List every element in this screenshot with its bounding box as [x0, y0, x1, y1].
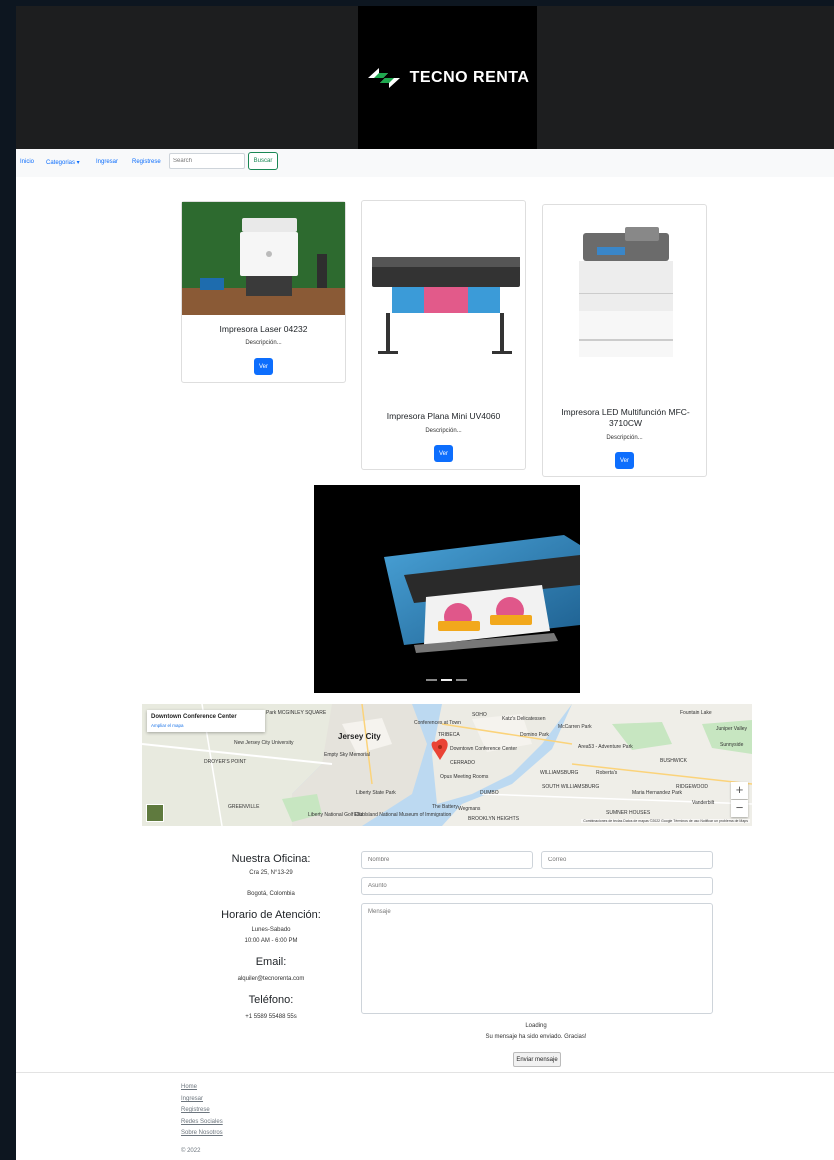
carousel-indicator-active[interactable]	[441, 679, 452, 681]
map-label: Juniper Valley	[716, 726, 748, 732]
map-label: Opus Meeting Rooms	[440, 774, 489, 780]
product-card: Impresora LED Multifunción MFC-3710CW De…	[542, 204, 707, 477]
nav-ingresar[interactable]: Ingresar	[96, 159, 118, 165]
footer-link-ingresar[interactable]: Ingresar	[181, 1096, 203, 1102]
map-label: Maria Hernandez Park	[632, 790, 683, 796]
product-image	[362, 231, 525, 371]
nav-inicio[interactable]: Inicio	[20, 159, 34, 165]
map-label: TRIBECA	[438, 732, 460, 738]
search-button[interactable]: Buscar	[248, 152, 278, 170]
map-info-box: Downtown Conference Center Ampliar el ma…	[147, 710, 265, 732]
zoom-out-button[interactable]: −	[731, 800, 748, 817]
zoom-in-button[interactable]: +	[731, 782, 748, 799]
map-label: GREENVILLE	[228, 804, 260, 810]
map-label: DUMBO	[480, 790, 499, 796]
footer-link-registrese[interactable]: Registrese	[181, 1107, 210, 1113]
map-label: SOHO	[472, 712, 487, 718]
map-label: CERRADO	[450, 760, 476, 766]
map-label: Vanderbilt	[692, 800, 715, 806]
footer-divider	[16, 1072, 834, 1073]
view-button[interactable]: Ver	[615, 452, 634, 469]
map-label: Wegmans	[458, 806, 481, 812]
send-message-button[interactable]: Enviar mensaje	[513, 1052, 561, 1067]
hours-heading: Horario de Atención:	[221, 909, 321, 921]
map-label: SUMNER HOUSES	[606, 810, 651, 816]
map-label: BUSHWICK	[660, 758, 687, 764]
product-image	[543, 225, 706, 377]
map-label: Sunnyside	[720, 742, 744, 748]
map-label: Area53 - Adventure Park	[578, 744, 633, 750]
phone-heading: Teléfono:	[248, 994, 294, 1006]
product-card: Impresora Laser 04232 Descripción... Ver	[181, 201, 346, 383]
product-title: Impresora Plana Mini UV4060	[386, 411, 501, 421]
office-hours: 10:00 AM - 6:00 PM	[244, 938, 298, 944]
map-label: SOUTH WILLIAMSBURG	[542, 784, 600, 790]
name-field[interactable]	[361, 851, 533, 869]
view-button[interactable]: Ver	[254, 358, 273, 375]
map-label: DROYER'S POINT	[204, 759, 247, 765]
footer-link-redes-sociales[interactable]: Redes Sociales	[181, 1119, 223, 1125]
carousel-indicator[interactable]	[426, 679, 437, 681]
nav-registrese[interactable]: Registrese	[132, 159, 161, 165]
arrows-exchange-icon	[367, 67, 400, 88]
office-heading: Nuestra Oficina:	[231, 853, 311, 865]
google-map[interactable]: Downtown Conference Center Ampliar el ma…	[142, 704, 752, 826]
map-label: New Jersey City University	[234, 740, 294, 746]
navbar: Inicio Categorias Ingresar Registrese Bu…	[16, 149, 834, 177]
view-button[interactable]: Ver	[434, 445, 453, 462]
map-label: McCarren Park	[558, 724, 592, 730]
map-label: BROOKLYN HEIGHTS	[468, 816, 520, 822]
map-label-conference-center: Downtown Conference Center	[450, 746, 517, 752]
product-title: Impresora Laser 04232	[219, 324, 308, 334]
office-address: Cra 25, N°13-29	[249, 870, 293, 876]
product-card: Impresora Plana Mini UV4060 Descripción.…	[361, 200, 526, 470]
search-input[interactable]	[169, 153, 245, 169]
product-description: Descripción...	[606, 435, 643, 441]
map-label: Liberty State Park	[356, 790, 396, 796]
form-sent-message: Su mensaje ha sido enviado. Gracias!	[485, 1034, 587, 1040]
footer-link-home[interactable]: Home	[181, 1084, 197, 1090]
street-view-thumbnail[interactable]	[146, 804, 164, 822]
copyright: © 2022	[181, 1148, 201, 1154]
subject-field[interactable]	[361, 877, 713, 895]
email-field[interactable]	[541, 851, 713, 869]
map-attribution: Combinaciones de teclas Datos de mapas ©…	[581, 819, 750, 823]
office-phone: +1 5589 55488 55s	[245, 1014, 297, 1020]
map-label-jersey-city: Jersey City	[338, 732, 381, 741]
message-field[interactable]	[361, 903, 713, 1014]
map-label: Roberta's	[596, 770, 618, 776]
carousel-indicator[interactable]	[456, 679, 467, 681]
product-description: Descripción...	[425, 428, 462, 434]
map-label: The Battery	[432, 804, 458, 810]
map-label: Empty Sky Memorial	[324, 752, 370, 758]
image-carousel[interactable]	[314, 485, 580, 693]
logo-box: TECNO RENTA	[358, 6, 537, 149]
brand-logo[interactable]: TECNO RENTA	[358, 6, 537, 149]
carousel-slide-image	[384, 535, 580, 653]
product-title: Impresora LED Multifunción MFC-3710CW	[561, 407, 690, 428]
office-days: Lunes-Sabado	[251, 927, 291, 933]
form-loading: Loading	[525, 1023, 547, 1029]
nav-categorias-dropdown[interactable]: Categorias	[46, 159, 80, 166]
map-label: Katz's Delicatessen	[502, 716, 546, 722]
enlarge-map-link[interactable]: Ampliar el mapa	[151, 723, 184, 728]
map-label: Conferences at Town	[414, 720, 461, 726]
product-image	[182, 202, 345, 315]
map-label: Park MCGINLEY SQUARE	[266, 710, 327, 716]
map-label: WILLIAMSBURG	[540, 770, 579, 776]
header-banner: TECNO RENTA	[16, 6, 834, 149]
footer-link-sobre-nosotros[interactable]: Sobre Nosotros	[181, 1130, 223, 1136]
map-label: Fountain Lake	[680, 710, 712, 716]
page: TECNO RENTA Inicio Categorias Ingresar R…	[16, 6, 834, 1160]
map-label: Domino Park	[520, 732, 549, 738]
office-email: alquiler@tecnorenta.com	[237, 976, 305, 982]
map-label: Ellis Island National Museum of Immigrat…	[354, 812, 452, 818]
map-place-name: Downtown Conference Center	[151, 714, 237, 720]
product-description: Descripción...	[245, 340, 282, 346]
office-city: Bogotá, Colombia	[247, 891, 295, 897]
brand-name: TECNO RENTA	[409, 68, 530, 86]
email-heading: Email:	[255, 956, 287, 968]
